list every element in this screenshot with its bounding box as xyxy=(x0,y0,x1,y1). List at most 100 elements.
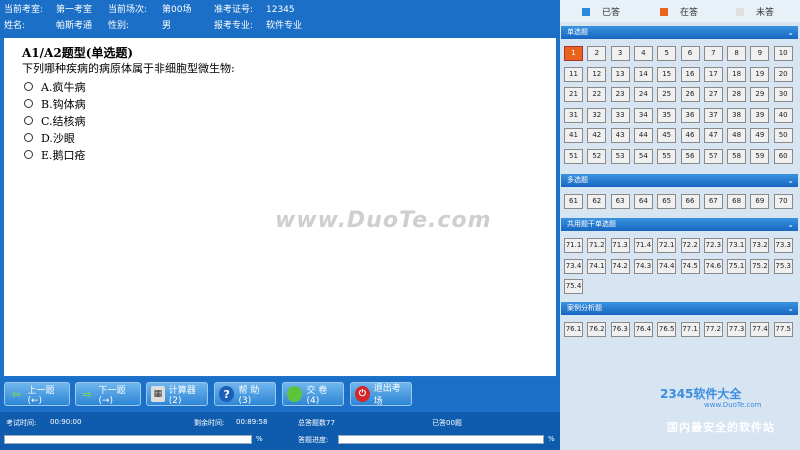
prev-question-button[interactable]: ⇦ 上一题(←) xyxy=(4,382,70,406)
question-number-button[interactable]: 63 xyxy=(610,194,630,209)
question-number-button[interactable]: 76.4 xyxy=(633,322,653,337)
question-number-button[interactable]: 3 xyxy=(610,46,630,61)
question-number-button[interactable]: 25 xyxy=(657,87,677,103)
question-number-button[interactable]: 40 xyxy=(773,107,793,123)
question-number-button[interactable]: 74.4 xyxy=(657,258,677,274)
question-number-button[interactable]: 9 xyxy=(750,46,770,61)
question-number-button[interactable]: 17 xyxy=(703,66,723,82)
question-number-button[interactable]: 26 xyxy=(680,87,700,103)
question-number-button[interactable]: 55 xyxy=(657,149,677,164)
question-number-button[interactable]: 15 xyxy=(657,66,677,82)
question-number-button[interactable]: 62 xyxy=(587,194,607,209)
question-number-button[interactable]: 52 xyxy=(587,149,607,164)
question-number-button[interactable]: 64 xyxy=(633,194,653,209)
question-number-button[interactable]: 38 xyxy=(727,107,747,123)
question-number-button[interactable]: 30 xyxy=(773,87,793,103)
question-number-button[interactable]: 67 xyxy=(703,194,723,209)
question-number-button[interactable]: 77.2 xyxy=(703,322,723,337)
question-number-button[interactable]: 65 xyxy=(657,194,677,209)
question-number-button[interactable]: 76.5 xyxy=(657,322,677,337)
help-button[interactable]: ? 帮 助(3) xyxy=(214,382,276,406)
question-number-button[interactable]: 13 xyxy=(610,66,630,82)
question-number-button[interactable]: 73.3 xyxy=(773,238,793,253)
question-number-button[interactable]: 1 xyxy=(564,46,583,61)
question-number-button[interactable]: 74.6 xyxy=(703,258,723,274)
question-number-button[interactable]: 51 xyxy=(564,149,583,164)
question-number-button[interactable]: 73.1 xyxy=(727,238,747,253)
question-number-button[interactable]: 14 xyxy=(633,66,653,82)
question-number-button[interactable]: 69 xyxy=(750,194,770,209)
question-number-button[interactable]: 76.3 xyxy=(610,322,630,337)
question-number-button[interactable]: 2 xyxy=(587,46,607,61)
chevron-down-icon[interactable]: ⌄ xyxy=(787,174,794,187)
question-number-button[interactable]: 77.3 xyxy=(727,322,747,337)
question-number-button[interactable]: 4 xyxy=(633,46,653,61)
question-number-button[interactable]: 71.2 xyxy=(587,238,607,253)
question-number-button[interactable]: 57 xyxy=(703,149,723,164)
question-number-button[interactable]: 53 xyxy=(610,149,630,164)
question-number-button[interactable]: 74.2 xyxy=(610,258,630,274)
question-number-button[interactable]: 16 xyxy=(680,66,700,82)
question-number-button[interactable]: 21 xyxy=(564,87,583,103)
question-number-button[interactable]: 71.3 xyxy=(610,238,630,253)
radio-icon[interactable] xyxy=(24,116,33,125)
question-number-button[interactable]: 77.4 xyxy=(750,322,770,337)
question-number-button[interactable]: 60 xyxy=(773,149,793,164)
question-number-button[interactable]: 43 xyxy=(610,128,630,144)
question-number-button[interactable]: 73.2 xyxy=(750,238,770,253)
question-number-button[interactable]: 73.4 xyxy=(564,258,583,274)
question-number-button[interactable]: 34 xyxy=(633,107,653,123)
section-header[interactable]: 案例分析题 ⌄ xyxy=(561,302,798,315)
question-number-button[interactable]: 32 xyxy=(587,107,607,123)
question-number-button[interactable]: 54 xyxy=(633,149,653,164)
question-number-button[interactable]: 37 xyxy=(703,107,723,123)
exit-button[interactable]: ⏻ 退出考场 xyxy=(350,382,412,407)
question-number-button[interactable]: 36 xyxy=(680,107,700,123)
question-number-button[interactable]: 75.1 xyxy=(727,258,747,274)
question-number-button[interactable]: 12 xyxy=(587,66,607,82)
question-number-button[interactable]: 76.2 xyxy=(587,322,607,337)
question-number-button[interactable]: 70 xyxy=(773,194,793,209)
next-question-button[interactable]: ⇨ 下一题(→) xyxy=(75,382,141,406)
question-number-button[interactable]: 31 xyxy=(564,107,583,123)
question-number-button[interactable]: 6 xyxy=(680,46,700,61)
question-number-button[interactable]: 11 xyxy=(564,66,583,82)
question-number-button[interactable]: 5 xyxy=(657,46,677,61)
question-number-button[interactable]: 44 xyxy=(633,128,653,144)
question-number-button[interactable]: 61 xyxy=(564,194,583,209)
question-number-button[interactable]: 75.2 xyxy=(750,258,770,274)
question-number-button[interactable]: 71.1 xyxy=(564,238,583,253)
question-number-button[interactable]: 23 xyxy=(610,87,630,103)
question-number-button[interactable]: 19 xyxy=(750,66,770,82)
question-number-button[interactable]: 18 xyxy=(727,66,747,82)
question-number-button[interactable]: 28 xyxy=(727,87,747,103)
question-number-button[interactable]: 50 xyxy=(773,128,793,144)
radio-icon[interactable] xyxy=(24,99,33,108)
question-number-button[interactable]: 77.1 xyxy=(680,322,700,337)
question-number-button[interactable]: 48 xyxy=(727,128,747,144)
question-number-button[interactable]: 66 xyxy=(680,194,700,209)
question-number-button[interactable]: 56 xyxy=(680,149,700,164)
question-number-button[interactable]: 39 xyxy=(750,107,770,123)
question-number-button[interactable]: 46 xyxy=(680,128,700,144)
option-c[interactable]: C.结核病 xyxy=(24,112,86,129)
question-number-button[interactable]: 45 xyxy=(657,128,677,144)
question-number-button[interactable]: 74.5 xyxy=(680,258,700,274)
question-number-button[interactable]: 68 xyxy=(727,194,747,209)
question-number-button[interactable]: 41 xyxy=(564,128,583,144)
question-number-button[interactable]: 72.3 xyxy=(703,238,723,253)
radio-icon[interactable] xyxy=(24,133,33,142)
question-number-button[interactable]: 29 xyxy=(750,87,770,103)
question-number-button[interactable]: 7 xyxy=(703,46,723,61)
section-header[interactable]: 多选题 ⌄ xyxy=(561,174,798,187)
question-number-button[interactable]: 72.1 xyxy=(657,238,677,253)
section-header[interactable]: 共用题干单选题 ⌄ xyxy=(561,218,798,231)
question-number-button[interactable]: 35 xyxy=(657,107,677,123)
section-header[interactable]: 单选题 ⌄ xyxy=(561,26,798,39)
question-number-button[interactable]: 59 xyxy=(750,149,770,164)
option-b[interactable]: B.钩体病 xyxy=(24,95,86,112)
question-number-button[interactable]: 47 xyxy=(703,128,723,144)
calculator-button[interactable]: ▦ 计算器(2) xyxy=(146,382,208,406)
question-number-button[interactable]: 20 xyxy=(773,66,793,82)
chevron-down-icon[interactable]: ⌄ xyxy=(787,26,794,39)
